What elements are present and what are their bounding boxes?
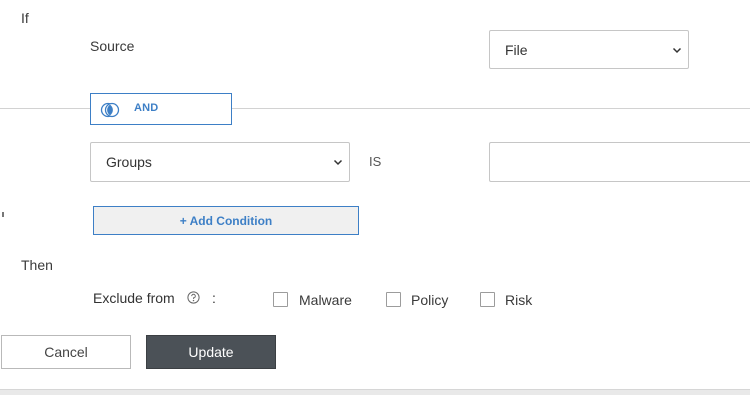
field-select-value: Groups — [106, 154, 152, 170]
chevron-down-icon — [672, 47, 682, 53]
source-select-value: File — [505, 41, 528, 58]
add-condition-button[interactable]: + Add Condition — [93, 206, 359, 235]
footer-strip — [0, 389, 750, 395]
risk-checkbox-label[interactable]: Risk — [505, 292, 532, 308]
malware-checkbox[interactable] — [273, 292, 288, 307]
policy-checkbox-label[interactable]: Policy — [411, 292, 448, 308]
and-operator-button[interactable]: AND — [90, 93, 232, 125]
field-select[interactable]: Groups — [90, 142, 350, 182]
exclude-from-label: Exclude from — [93, 290, 175, 306]
venn-circles-icon — [100, 102, 120, 118]
then-label: Then — [21, 257, 53, 273]
margin-tick-mark — [2, 212, 4, 217]
cancel-button[interactable]: Cancel — [1, 335, 131, 369]
chevron-down-icon — [333, 159, 343, 166]
exclude-colon: : — [212, 290, 216, 306]
source-select[interactable]: File — [489, 30, 689, 69]
help-circle-icon[interactable] — [187, 291, 200, 304]
if-label: If — [21, 10, 29, 26]
condition-value-input[interactable] — [489, 142, 750, 182]
source-label: Source — [90, 38, 135, 54]
policy-checkbox[interactable] — [386, 292, 401, 307]
update-button[interactable]: Update — [146, 335, 276, 369]
risk-checkbox[interactable] — [480, 292, 495, 307]
malware-checkbox-label[interactable]: Malware — [299, 292, 352, 308]
and-operator-label: AND — [134, 102, 159, 114]
comparator-label: IS — [369, 154, 382, 169]
